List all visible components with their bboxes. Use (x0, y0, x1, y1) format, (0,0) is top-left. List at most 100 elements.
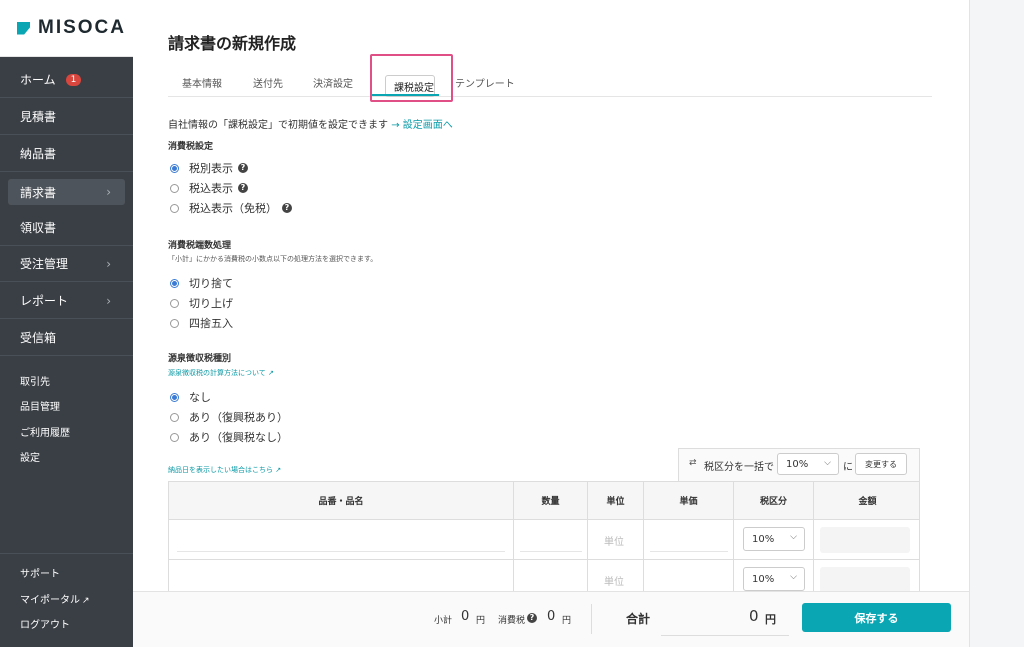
withholding-heading: 源泉徴収税種別 (168, 354, 232, 364)
unit-cell[interactable]: 単位 (588, 520, 644, 560)
bulk-tax-label: 税区分を一括で (704, 462, 774, 473)
radio-round-down[interactable]: 切り捨て (170, 275, 233, 291)
radio-round-half[interactable]: 四捨五入 (170, 315, 233, 331)
items-table: 品番・品名 数量 単位 単価 税区分 金額 単位 10% ⌵ 単位 10% ⌵ (168, 481, 920, 591)
row-tax-select[interactable]: 10% ⌵ (743, 567, 805, 591)
unit-price-cell[interactable] (644, 520, 734, 560)
help-icon[interactable]: ? (282, 203, 292, 213)
radio-label: 税別表示 (189, 162, 233, 175)
tab-template[interactable]: テンプレート (455, 75, 515, 90)
radio-label: なし (189, 391, 211, 404)
sidebar-link-logout[interactable]: ログアウト (20, 616, 70, 631)
sidebar-link-settings[interactable]: 設定 (20, 449, 40, 464)
sidebar-link-myportal[interactable]: マイポータル ↗ (20, 591, 90, 606)
save-button[interactable]: 保存する (802, 603, 951, 632)
bulk-tax-apply-button[interactable]: 変更する (855, 453, 907, 475)
total-unit: 円 (765, 613, 776, 626)
sidebar-item-label: 領収書 (20, 221, 57, 235)
chevron-right-icon: › (106, 293, 111, 308)
bulk-tax-value: 10% (786, 458, 809, 470)
quantity-input[interactable] (520, 551, 582, 552)
col-header-item: 品番・品名 (169, 482, 514, 520)
page-title: 請求書の新規作成 (168, 34, 297, 53)
unit-cell[interactable]: 単位 (588, 560, 644, 591)
withholding-link-label: 源泉徴収税の計算方法について (168, 369, 266, 377)
subtotal-unit: 円 (476, 616, 486, 626)
tax-cell: 10% ⌵ (734, 560, 814, 591)
logo-mark-icon (17, 21, 30, 35)
tab-payment[interactable]: 決済設定 (313, 75, 353, 90)
radio-withholding-with-reconstruction[interactable]: あり（復興税あり） (170, 409, 288, 425)
help-icon[interactable]: ? (238, 183, 248, 193)
sidebar-link-support[interactable]: サポート (20, 565, 60, 580)
radio-icon (170, 412, 179, 422)
tab-basic-info[interactable]: 基本情報 (182, 75, 222, 90)
bulk-tax-suffix: に (843, 462, 853, 473)
chevron-down-icon: ⌵ (824, 458, 831, 468)
radio-withholding-without-reconstruction[interactable]: あり（復興税なし） (170, 429, 288, 445)
sidebar-divider (0, 553, 133, 554)
quantity-cell[interactable] (514, 520, 588, 560)
withholding-link[interactable]: 源泉徴収税の計算方法について ↗ (168, 368, 274, 378)
sidebar-item-orders[interactable]: 受注管理 › (0, 246, 133, 282)
radio-label: 切り上げ (189, 297, 233, 310)
rounding-heading: 消費税端数処理 (168, 241, 232, 251)
chevron-down-icon: ⌵ (790, 572, 797, 582)
settings-link[interactable]: → 設定画面へ (391, 120, 453, 131)
radio-label: 切り捨て (189, 277, 233, 290)
row-tax-select[interactable]: 10% ⌵ (743, 527, 805, 551)
sidebar-item-receipts[interactable]: 領収書 (0, 210, 133, 246)
radio-withholding-none[interactable]: なし (170, 389, 211, 405)
radio-tax-exempt[interactable]: 税込表示（免税） ? (170, 200, 292, 216)
radio-label: あり（復興税あり） (189, 411, 288, 424)
info-prefix: 自社情報の「課税設定」で初期値を設定できます (168, 120, 388, 131)
unit-price-cell[interactable] (644, 560, 734, 591)
sidebar-link-items[interactable]: 品目管理 (20, 398, 60, 413)
col-header-amount: 金額 (814, 482, 919, 520)
tax-label: 消費税 (498, 616, 526, 626)
total-label: 合計 (626, 612, 651, 626)
sidebar-item-invoices[interactable]: 請求書 › (8, 179, 125, 205)
tax-value: 0 (547, 609, 556, 624)
sidebar-item-label: 受注管理 (20, 257, 69, 271)
radio-icon (170, 298, 179, 308)
item-name-cell[interactable] (169, 520, 514, 560)
notification-badge: 1 (65, 73, 82, 86)
sidebar-item-inbox[interactable]: 受信箱 (0, 320, 133, 356)
sidebar-link-history[interactable]: ご利用履歴 (20, 424, 70, 439)
radio-round-up[interactable]: 切り上げ (170, 295, 233, 311)
radio-selected-icon (170, 392, 179, 402)
radio-icon (170, 183, 179, 193)
sidebar-item-home[interactable]: ホーム 1 (0, 62, 133, 98)
radio-label: あり（復興税なし） (189, 431, 288, 444)
radio-tax-inclusive[interactable]: 税込表示 ? (170, 180, 248, 196)
bulk-tax-select[interactable]: 10% ⌵ (777, 453, 839, 475)
delivery-date-link[interactable]: 納品日を表示したい場合はこちら ↗ (168, 465, 281, 475)
sidebar: MISOCA ホーム 1 見積書 納品書 請求書 › 領収書 受注管理 › レポ… (0, 0, 133, 647)
sidebar-item-estimates[interactable]: 見積書 (0, 99, 133, 135)
external-link-icon: ↗ (265, 369, 274, 377)
sidebar-item-reports[interactable]: レポート › (0, 283, 133, 319)
logo[interactable]: MISOCA (0, 0, 133, 57)
tax-unit: 円 (562, 616, 572, 626)
unit-placeholder: 単位 (604, 577, 624, 588)
amount-display (820, 567, 910, 591)
delivery-date-link-label: 納品日を表示したい場合はこちら (168, 466, 273, 474)
sidebar-link-clients[interactable]: 取引先 (20, 373, 50, 388)
tab-recipient[interactable]: 送付先 (253, 75, 283, 90)
unit-price-input[interactable] (650, 551, 728, 552)
item-name-input[interactable] (177, 551, 505, 552)
quantity-cell[interactable] (514, 560, 588, 591)
radio-icon (170, 203, 179, 213)
sidebar-item-delivery[interactable]: 納品書 (0, 136, 133, 172)
radio-tax-exclusive[interactable]: 税別表示 ? (170, 160, 248, 176)
tab-highlight-box (370, 54, 453, 102)
swap-icon: ⇄ (689, 458, 697, 468)
info-text: 自社情報の「課税設定」で初期値を設定できます → 設定画面へ (168, 116, 453, 131)
help-icon[interactable]: ? (238, 163, 248, 173)
help-icon[interactable]: ? (527, 613, 537, 623)
footer-bar: 小計 0 円 消費税 ? 0 円 合計 0 円 保存する (133, 591, 969, 647)
total-underline (661, 635, 789, 636)
item-name-cell[interactable] (169, 560, 514, 591)
subtotal-value: 0 (461, 609, 470, 624)
